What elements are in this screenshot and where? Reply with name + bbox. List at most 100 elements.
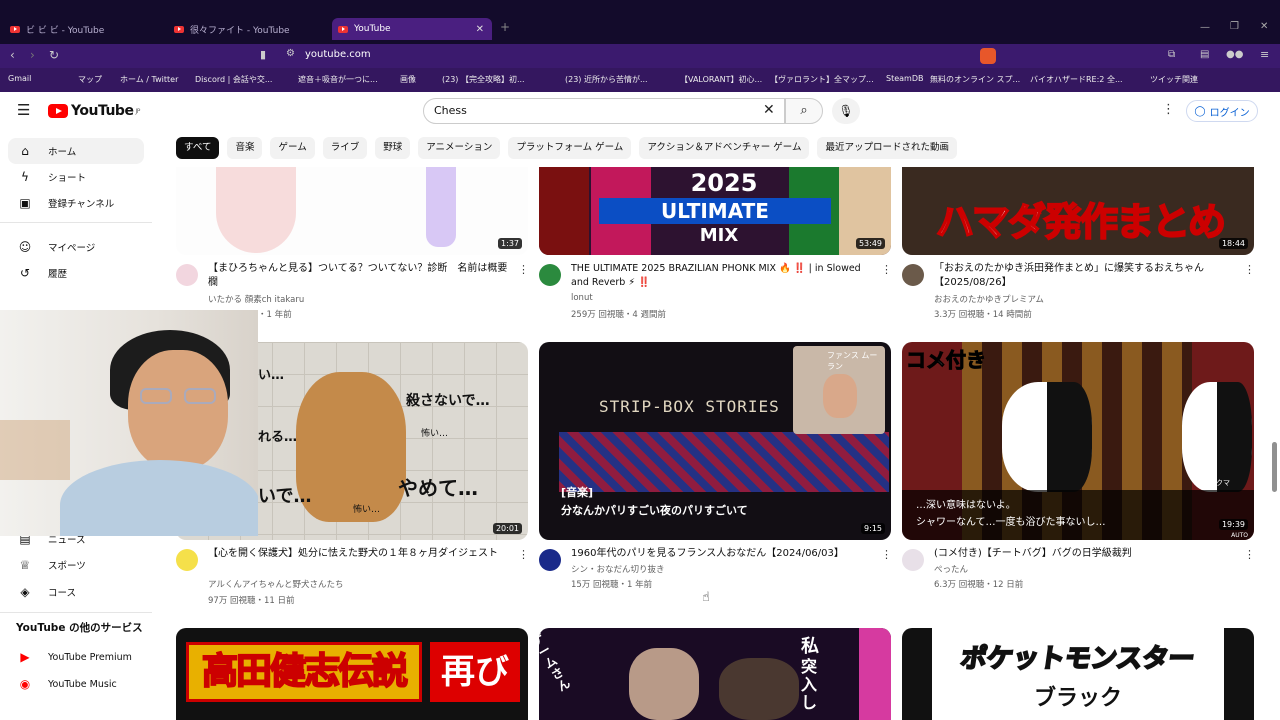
bookmark-item[interactable]: Discord | 会話や交... bbox=[195, 74, 272, 85]
channel-name[interactable]: アルくんアイちゃんと野犬さんたち bbox=[208, 578, 344, 590]
sidebar-item-courses[interactable]: ◈ コース bbox=[8, 579, 144, 605]
wallet-icon[interactable]: ●● bbox=[1226, 49, 1243, 60]
bookmark-item[interactable]: 画像 bbox=[400, 74, 416, 85]
video-thumbnail[interactable]: ゲームさん 私 突入し bbox=[539, 628, 891, 720]
page-scrollbar[interactable] bbox=[1272, 442, 1277, 492]
channel-avatar[interactable] bbox=[539, 264, 561, 286]
forward-icon[interactable]: › bbox=[30, 48, 35, 62]
video-title[interactable]: 1960年代のパリを見るフランス人おなだん【2024/06/03】 bbox=[571, 547, 876, 561]
bookmark-item[interactable]: 無料のオンライン スプ... bbox=[930, 74, 1020, 85]
youtube-logo[interactable]: YouTube JP bbox=[48, 103, 140, 119]
browser-tab[interactable]: 很々ファイト - YouTube bbox=[168, 18, 328, 40]
bookmark-item[interactable]: マップ bbox=[78, 74, 102, 85]
more-actions-icon[interactable]: ⋮ bbox=[518, 548, 529, 561]
bookmark-item[interactable]: ツイッチ関連 bbox=[1150, 74, 1198, 85]
new-tab-icon[interactable]: + bbox=[500, 20, 510, 34]
settings-menu-icon[interactable]: ⋮ bbox=[1162, 102, 1175, 117]
sidebar-toggle-icon[interactable]: ▤ bbox=[1200, 49, 1209, 60]
chip-platform-games[interactable]: プラットフォーム ゲーム bbox=[508, 137, 632, 159]
browser-tab-active[interactable]: YouTube ✕ bbox=[332, 18, 492, 40]
chip-recently-uploaded[interactable]: 最近アップロードされた動画 bbox=[817, 137, 957, 159]
thumb-caption: 怖い… bbox=[421, 429, 449, 439]
back-icon[interactable]: ‹ bbox=[10, 48, 15, 62]
video-title[interactable]: (コメ付き)【チートバグ】バグの日学級裁判 bbox=[934, 547, 1239, 561]
channel-name[interactable]: シン・おなだん切り抜き bbox=[571, 563, 665, 575]
login-button[interactable]: ◯ ログイン bbox=[1186, 100, 1258, 122]
close-window-icon[interactable]: ✕ bbox=[1260, 21, 1268, 32]
more-actions-icon[interactable]: ⋮ bbox=[518, 263, 529, 276]
video-thumbnail[interactable]: コメ付き モノクマ …深い意味はないよ。 シャワーなんて…一度も浴びた事ないし…… bbox=[902, 342, 1254, 540]
video-thumbnail[interactable]: ポケットモンスター ブラック bbox=[902, 628, 1254, 720]
voice-search-button[interactable]: 🎙 bbox=[832, 98, 860, 124]
bookmark-item[interactable]: SteamDB bbox=[886, 74, 923, 83]
channel-avatar[interactable] bbox=[902, 264, 924, 286]
youtube-favicon-icon bbox=[10, 25, 20, 33]
channel-avatar[interactable] bbox=[902, 549, 924, 571]
bookmark-item[interactable]: 遮音＋吸音が一つに... bbox=[298, 74, 378, 85]
sidebar-item-shorts[interactable]: ϟ ショート bbox=[8, 164, 144, 190]
shorts-icon: ϟ bbox=[21, 170, 29, 184]
address-bar[interactable]: youtube.com bbox=[305, 49, 371, 60]
sidebar-item-premium[interactable]: ▶ YouTube Premium bbox=[8, 644, 144, 670]
channel-name[interactable]: おおえのたかゆきプレミアム bbox=[934, 293, 1044, 305]
chip-action-adventure[interactable]: アクション＆アドベンチャー ゲーム bbox=[639, 137, 810, 159]
chip-gaming[interactable]: ゲーム bbox=[270, 137, 315, 159]
search-button[interactable]: ⌕ bbox=[785, 98, 823, 124]
hamburger-menu-icon[interactable]: ☰ bbox=[17, 101, 30, 119]
channel-avatar[interactable] bbox=[539, 549, 561, 571]
site-info-icon[interactable]: ⚙ bbox=[286, 48, 295, 59]
webcam-overlay bbox=[0, 310, 258, 536]
channel-name[interactable]: lonut bbox=[571, 293, 593, 303]
video-title[interactable]: 「おおえのたかゆき浜田発作まとめ」に爆笑するおえちゃん【2025/08/26】 bbox=[934, 262, 1234, 290]
chip-live[interactable]: ライブ bbox=[322, 137, 368, 159]
bookmark-icon[interactable]: ▮ bbox=[260, 48, 266, 61]
more-actions-icon[interactable]: ⋮ bbox=[1244, 263, 1255, 276]
chip-animation[interactable]: アニメーション bbox=[418, 137, 501, 159]
channel-avatar[interactable] bbox=[176, 264, 198, 286]
video-title[interactable]: 【心を開く保護犬】処分に怯えた野犬の１年８ヶ月ダイジェスト bbox=[208, 547, 513, 561]
bookmark-item[interactable]: (23) 【完全攻略】初... bbox=[442, 74, 525, 85]
reload-icon[interactable]: ↻ bbox=[49, 48, 59, 62]
channel-name[interactable]: ぺったん bbox=[934, 563, 968, 575]
video-thumbnail[interactable]: STRIP-BOX STORIES ファンス ムーラン [音楽] 分なんかパリす… bbox=[539, 342, 891, 540]
more-actions-icon[interactable]: ⋮ bbox=[881, 263, 892, 276]
thumb-title-text: 高田健志伝説 bbox=[186, 642, 422, 702]
video-thumbnail[interactable]: 高田健志伝説 再び bbox=[176, 628, 528, 720]
chip-baseball[interactable]: 野球 bbox=[375, 137, 411, 159]
close-tab-icon[interactable]: ✕ bbox=[476, 24, 484, 35]
bookmark-item[interactable]: ホーム / Twitter bbox=[120, 74, 178, 85]
sidebar-item-music[interactable]: ◉ YouTube Music bbox=[8, 671, 144, 697]
extensions-icon[interactable]: ⧉ bbox=[1168, 49, 1175, 60]
clear-search-icon[interactable]: ✕ bbox=[763, 102, 775, 118]
video-thumbnail[interactable]: 1:37 bbox=[176, 167, 528, 255]
video-title[interactable]: 【まひろちゃんと見る】ついてる？ついてない？診断 名前は概要欄 bbox=[208, 262, 508, 290]
sidebar-item-home[interactable]: ⌂ ホーム bbox=[8, 138, 144, 164]
bookmark-item[interactable]: (23) 近所から苦情が... bbox=[565, 74, 648, 85]
sidebar-item-history[interactable]: ↺ 履歴 bbox=[8, 260, 144, 286]
video-title[interactable]: THE ULTIMATE 2025 BRAZILIAN PHONK MIX 🔥 … bbox=[571, 262, 876, 290]
bookmark-item[interactable]: Gmail bbox=[8, 74, 31, 83]
minimize-icon[interactable]: — bbox=[1200, 22, 1210, 33]
chip-music[interactable]: 音楽 bbox=[227, 137, 263, 159]
maximize-icon[interactable]: ❐ bbox=[1230, 21, 1239, 32]
video-duration: 20:01 bbox=[492, 523, 522, 534]
brave-shield-icon[interactable] bbox=[980, 48, 996, 64]
channel-name[interactable]: いたかる 顔素ch itakaru bbox=[208, 293, 304, 305]
thumb-caption: 殺さないで… bbox=[406, 393, 490, 409]
more-actions-icon[interactable]: ⋮ bbox=[881, 548, 892, 561]
channel-avatar[interactable] bbox=[176, 549, 198, 571]
video-thumbnail[interactable]: 2025 ULTIMATE MIX 53:49 bbox=[539, 167, 891, 255]
bookmark-item[interactable]: 【VALORANT】初心... bbox=[680, 74, 762, 85]
search-input[interactable]: Chess bbox=[423, 98, 785, 124]
bookmark-item[interactable]: 【ヴァロラント】全マップ... bbox=[770, 74, 874, 85]
video-thumbnail[interactable]: ハマダ発作まとめ 18:44 bbox=[902, 167, 1254, 255]
more-actions-icon[interactable]: ⋮ bbox=[1244, 548, 1255, 561]
chip-all[interactable]: すべて bbox=[176, 137, 220, 159]
sidebar-item-you[interactable]: ☺ マイページ bbox=[8, 234, 144, 260]
sidebar-item-subscriptions[interactable]: ▣ 登録チャンネル bbox=[8, 190, 144, 216]
sidebar-item-sports[interactable]: ♕ スポーツ bbox=[8, 552, 144, 578]
bookmark-item[interactable]: バイオハザードRE:2 全... bbox=[1030, 74, 1123, 85]
browser-tab[interactable]: ビ ビ ビ - YouTube bbox=[4, 18, 164, 40]
person-icon: ☺ bbox=[18, 240, 32, 254]
menu-icon[interactable]: ≡ bbox=[1260, 48, 1269, 61]
